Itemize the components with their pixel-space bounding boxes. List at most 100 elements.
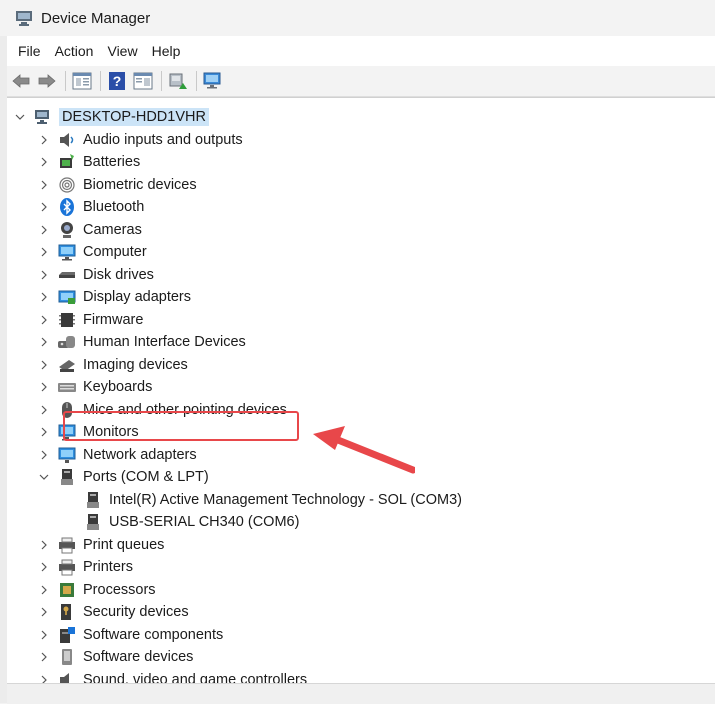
- tree-category-item[interactable]: Keyboards: [39, 376, 152, 398]
- tree-category-label: Human Interface Devices: [83, 334, 246, 350]
- chevron-right-icon[interactable]: [39, 180, 49, 190]
- menu-file[interactable]: File: [11, 37, 48, 65]
- help-icon: ?: [109, 72, 125, 90]
- chevron-right-icon[interactable]: [39, 382, 49, 392]
- tree-category-label: Print queues: [83, 536, 165, 553]
- tree-category-item[interactable]: Firmware: [39, 309, 143, 331]
- menu-view[interactable]: View: [100, 37, 144, 65]
- chevron-right-icon[interactable]: [39, 540, 49, 550]
- tree-category-item[interactable]: Audio inputs and outputs: [39, 129, 243, 151]
- tree-category-item[interactable]: Disk drives: [39, 264, 154, 286]
- chevron-right-icon[interactable]: [39, 270, 49, 280]
- port-icon: [57, 467, 77, 487]
- hid-icon: [57, 332, 77, 352]
- chevron-right-icon[interactable]: [39, 630, 49, 640]
- chevron-right-icon[interactable]: [39, 202, 49, 212]
- tree-category-label: Bluetooth: [83, 199, 145, 215]
- device-tree: DESKTOP-HDD1VHR Audio inputs and outputs B…: [7, 97, 715, 684]
- back-arrow-icon: [12, 74, 30, 88]
- chevron-right-icon[interactable]: [39, 585, 49, 595]
- tree-category-item[interactable]: Security devices: [39, 601, 189, 623]
- update-driver-icon: [169, 73, 187, 89]
- tree-device-item-highlighted[interactable]: USB-SERIAL CH340 (COM6): [83, 511, 299, 533]
- device-manager-icon: [16, 11, 32, 26]
- fingerprint-icon: [57, 175, 77, 195]
- forward-arrow-icon: [38, 74, 56, 88]
- properties-button[interactable]: [70, 69, 94, 93]
- tree-category-item[interactable]: Software components: [39, 624, 223, 646]
- chevron-right-icon[interactable]: [39, 405, 49, 415]
- chevron-right-icon[interactable]: [39, 225, 49, 235]
- chevron-right-icon[interactable]: [39, 450, 49, 460]
- tree-category-label: Batteries: [83, 154, 141, 170]
- chevron-right-icon[interactable]: [39, 427, 49, 437]
- tree-device-item[interactable]: Intel(R) Active Management Technology - …: [83, 489, 462, 511]
- chevron-right-icon[interactable]: [39, 292, 49, 302]
- status-bar: [7, 683, 715, 704]
- display-adapter-icon: [57, 287, 77, 307]
- tree-category-item[interactable]: Print queues: [39, 534, 164, 556]
- forward-button[interactable]: [35, 69, 59, 93]
- battery-icon: [57, 152, 77, 172]
- title-bar: Device Manager: [7, 0, 715, 36]
- tree-category-item[interactable]: Ports (COM & LPT): [39, 466, 209, 488]
- window-title: Device Manager: [41, 9, 151, 27]
- speaker-icon: [57, 130, 77, 150]
- chevron-right-icon[interactable]: [39, 652, 49, 662]
- chevron-right-icon[interactable]: [39, 247, 49, 257]
- tree-category-item[interactable]: Processors: [39, 579, 156, 601]
- chevron-right-icon[interactable]: [39, 337, 49, 347]
- tree-category-label: Software devices: [83, 649, 194, 665]
- tree-category-label: Printers: [83, 559, 133, 575]
- tree-category-label: Audio inputs and outputs: [83, 131, 243, 148]
- chevron-right-icon[interactable]: [39, 135, 49, 145]
- menu-action[interactable]: Action: [48, 37, 101, 65]
- imaging-icon: [57, 355, 77, 375]
- chevron-right-icon[interactable]: [39, 315, 49, 325]
- chevron-down-icon[interactable]: [15, 112, 25, 122]
- back-button[interactable]: [9, 69, 33, 93]
- tree-category-label: Processors: [83, 581, 156, 598]
- tree-root-node[interactable]: DESKTOP-HDD1VHR: [15, 106, 209, 128]
- toolbar-separator: [100, 71, 101, 91]
- tree-category-label: Computer: [83, 244, 147, 260]
- device-manager-window: Device Manager File Action View Help ? D…: [7, 0, 715, 704]
- scan-hardware-button[interactable]: [201, 69, 225, 93]
- tree-category-item[interactable]: Printers: [39, 556, 133, 578]
- bluetooth-icon: [57, 197, 77, 217]
- view-button[interactable]: [131, 69, 155, 93]
- tree-category-item[interactable]: Human Interface Devices: [39, 331, 246, 353]
- chevron-right-icon[interactable]: [39, 157, 49, 167]
- tree-device-label: USB-SERIAL CH340 (COM6): [109, 514, 300, 530]
- port-icon: [83, 490, 103, 510]
- tree-device-label: Intel(R) Active Management Technology - …: [109, 491, 462, 508]
- tree-category-label: Biometric devices: [83, 176, 197, 193]
- chevron-right-icon[interactable]: [39, 562, 49, 572]
- tree-category-item[interactable]: Computer: [39, 241, 147, 263]
- tree-category-item[interactable]: Software devices: [39, 646, 193, 668]
- toolbar-separator: [65, 71, 66, 91]
- update-driver-button[interactable]: [166, 69, 190, 93]
- print-queue-icon: [57, 535, 77, 555]
- tree-category-item[interactable]: Network adapters: [39, 444, 197, 466]
- keyboard-icon: [57, 377, 77, 397]
- sound-icon: [57, 670, 77, 684]
- properties-icon: [72, 72, 92, 90]
- chevron-right-icon[interactable]: [39, 607, 49, 617]
- annotation-arrow: [313, 426, 415, 474]
- tree-category-item[interactable]: Sound, video and game controllers: [39, 669, 307, 684]
- tree-category-item[interactable]: Batteries: [39, 151, 140, 173]
- tree-category-item[interactable]: Bluetooth: [39, 196, 144, 218]
- tree-category-item[interactable]: Display adapters: [39, 286, 191, 308]
- tree-category-item[interactable]: Cameras: [39, 219, 142, 241]
- menu-help[interactable]: Help: [145, 37, 188, 65]
- chevron-down-icon[interactable]: [39, 472, 49, 482]
- network-adapter-icon: [57, 445, 77, 465]
- tree-category-item[interactable]: Imaging devices: [39, 354, 188, 376]
- tree-category-label: Disk drives: [83, 266, 154, 283]
- help-button[interactable]: ?: [105, 69, 129, 93]
- tree-category-item[interactable]: Biometric devices: [39, 174, 197, 196]
- computer-icon: [57, 242, 77, 262]
- annotation-highlight-box: [63, 411, 299, 441]
- chevron-right-icon[interactable]: [39, 360, 49, 370]
